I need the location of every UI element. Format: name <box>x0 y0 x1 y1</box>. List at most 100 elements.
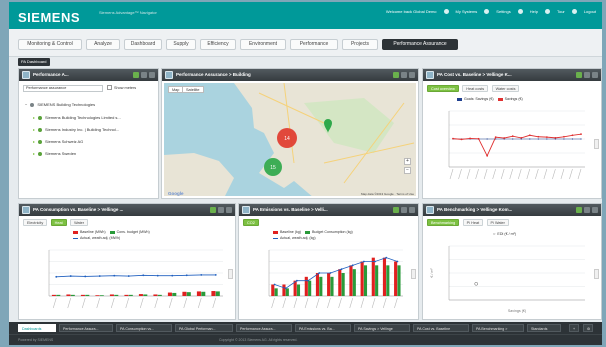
add-tab-icon[interactable]: + <box>569 324 579 332</box>
close-icon[interactable] <box>226 207 232 213</box>
data-point <box>486 154 489 157</box>
chip-cost-overview[interactable]: Cost overview <box>427 85 459 92</box>
close-icon[interactable] <box>409 207 415 213</box>
data-point <box>571 134 574 137</box>
bottom-tab[interactable]: PA Consumption vs... <box>116 324 172 332</box>
widget-title: PA Cost vs. Baseline > Vellinge K... <box>437 72 512 77</box>
x-tick-label <box>466 168 471 180</box>
my-systems-link[interactable]: My Systems <box>456 9 478 14</box>
close-icon[interactable] <box>149 72 155 78</box>
tour-link[interactable]: Tour <box>557 9 565 14</box>
tab-supply[interactable]: Supply <box>166 39 196 50</box>
land-area <box>234 83 416 196</box>
tab-environment[interactable]: Environment <box>240 39 286 50</box>
tree-item[interactable]: ▸ Siemens Sweden <box>33 151 76 156</box>
bottom-tab[interactable]: Performance Assura... <box>236 324 292 332</box>
chip-pi-water[interactable]: Pi Water <box>486 219 509 226</box>
map-terms[interactable]: Map data ©2013 Google · Terms of Use <box>361 192 414 196</box>
widget-controls <box>393 72 415 78</box>
tab-analyze[interactable]: Analyze <box>86 39 120 50</box>
tree-item[interactable]: ▸ Siemens Schweiz AG <box>33 139 83 144</box>
bar <box>109 294 114 296</box>
chip-electricity[interactable]: Electricity <box>23 219 48 226</box>
bottom-tab[interactable]: PA Savings > Vellinge <box>354 324 410 332</box>
bottom-tab[interactable]: PA Emissions vs. Ba... <box>295 324 351 332</box>
y-axis-label: € / m² <box>430 268 434 278</box>
tree-item[interactable]: ▸ Siemens Industry Inc. | Building Techn… <box>33 127 119 132</box>
bar <box>85 294 90 296</box>
tab-efficiency[interactable]: Efficiency <box>200 39 236 50</box>
chip-heat-costs[interactable]: Heat costs <box>462 85 489 92</box>
chip-heat[interactable]: Heat <box>50 219 67 226</box>
data-point <box>296 279 298 282</box>
tree-item[interactable]: ▸ Siemens Building Technologies Limited … <box>33 115 121 120</box>
data-point <box>171 274 174 277</box>
settings-icon[interactable] <box>141 72 147 78</box>
legend-swatch <box>273 230 278 234</box>
close-icon[interactable] <box>409 72 415 78</box>
bar <box>153 294 158 296</box>
chip-benchmarking[interactable]: Benchmarking <box>427 219 460 226</box>
x-tick-label <box>475 168 479 180</box>
legend-label: Budget Consumption (kg) <box>311 230 353 234</box>
settings-icon[interactable] <box>218 207 224 213</box>
refresh-icon[interactable] <box>393 72 399 78</box>
data-point <box>284 287 287 290</box>
view-select[interactable]: Performance assurance <box>23 85 103 92</box>
satellite-view-button[interactable]: Satellite <box>182 86 204 93</box>
bottom-tab[interactable]: PA Global Performan... <box>175 324 233 332</box>
tab-performance[interactable]: Performance <box>290 39 338 50</box>
show-meters-toggle[interactable]: Show meters <box>107 85 136 90</box>
zoom-in-icon[interactable]: + <box>404 158 411 165</box>
dashboard-tag[interactable]: PA Dashboard <box>18 58 50 66</box>
tab-performance-assurance[interactable]: Performance Assurance <box>382 39 458 50</box>
refresh-icon[interactable] <box>576 72 582 78</box>
bottom-tab[interactable]: PA Benchmarking > <box>472 324 524 332</box>
refresh-icon[interactable] <box>393 207 399 213</box>
map-canvas[interactable]: 14 15 Google Map data ©2013 Google · Ter… <box>164 83 416 196</box>
checkbox-label: Show meters <box>114 85 137 90</box>
settings-icon[interactable] <box>584 207 590 213</box>
settings-link[interactable]: Settings <box>496 9 510 14</box>
settings-icon[interactable] <box>584 72 590 78</box>
tab-dashboards[interactable]: Dashboards <box>18 324 56 332</box>
side-tab[interactable] <box>228 269 233 279</box>
close-icon[interactable] <box>592 207 598 213</box>
refresh-icon[interactable] <box>133 72 139 78</box>
gear-icon[interactable]: ⚙ <box>583 324 593 332</box>
side-tab[interactable] <box>594 269 599 279</box>
bar <box>360 261 364 296</box>
chip-water[interactable]: Water <box>70 219 89 226</box>
settings-icon[interactable] <box>401 207 407 213</box>
close-icon[interactable] <box>592 72 598 78</box>
app-window: SIEMENS Siemens Advantage™ Navigator Wel… <box>9 2 602 345</box>
help-link[interactable]: Help <box>530 9 538 14</box>
bottom-tab[interactable]: PA Cost vs. Baseline <box>413 324 469 332</box>
settings-icon[interactable] <box>401 72 407 78</box>
zoom-out-icon[interactable]: − <box>404 167 411 174</box>
side-tab[interactable] <box>411 269 416 279</box>
welcome-text: Welcome back Global Demo <box>385 9 437 14</box>
refresh-icon[interactable] <box>210 207 216 213</box>
chip-pi-heat[interactable]: Pi Heat <box>462 219 484 226</box>
bottom-tab[interactable]: Performance Assura... <box>59 324 113 332</box>
tab-dashboard[interactable]: Dashboard <box>124 39 162 50</box>
map-icon <box>165 71 173 79</box>
siemens-logo: SIEMENS <box>18 10 81 25</box>
chip-water-costs[interactable]: Water costs <box>491 85 520 92</box>
x-tick-label <box>96 297 101 309</box>
refresh-icon[interactable] <box>576 207 582 213</box>
widget-title: Performance Assurance > Building <box>176 72 251 77</box>
tree-root[interactable]: − SIEMENS Building Technologies <box>25 102 95 107</box>
tab-monitoring-control[interactable]: Monitoring & Control <box>18 39 82 50</box>
bar <box>371 257 375 296</box>
tab-projects[interactable]: Projects <box>342 39 378 50</box>
chip-co2[interactable]: CO2 <box>243 219 259 226</box>
benchmarking-chart: Savings (€) € / m² <box>430 245 585 313</box>
land-area <box>164 153 234 196</box>
bar <box>172 292 177 296</box>
bottom-tab[interactable]: Standards <box>527 324 561 332</box>
x-tick-label <box>81 297 86 309</box>
side-tab[interactable] <box>594 139 599 149</box>
logout-link[interactable]: Logout <box>584 9 596 14</box>
